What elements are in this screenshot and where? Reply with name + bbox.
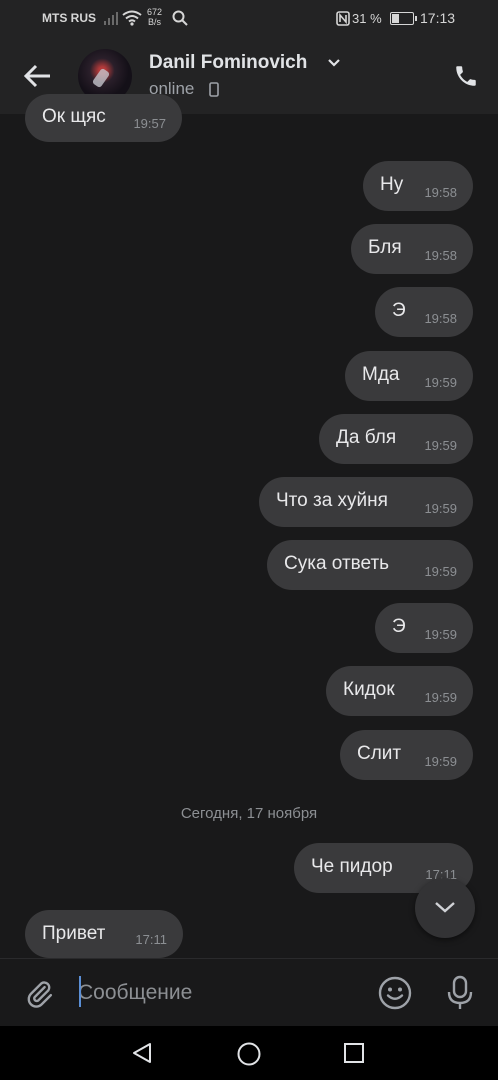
outgoing-message[interactable]: Слит 19:59: [340, 730, 473, 780]
outgoing-message[interactable]: Э 19:58: [375, 287, 473, 337]
message-text: Бля: [368, 237, 402, 258]
message-text: Привет: [42, 923, 106, 944]
message-text: Да бля: [336, 427, 397, 448]
text-caret: [79, 976, 81, 1007]
clock: 17:13: [420, 10, 456, 26]
nav-back-icon[interactable]: [130, 1041, 154, 1065]
incoming-message[interactable]: Привет 17:11: [25, 910, 183, 958]
network-speed: 672 B/s: [147, 7, 162, 27]
microphone-icon[interactable]: [446, 975, 474, 1011]
message-time: 19:59: [424, 690, 457, 705]
battery-icon: [390, 12, 417, 25]
signal-icon: [104, 12, 118, 25]
chevron-down-icon: [435, 902, 455, 913]
message-text: Э: [392, 300, 406, 321]
message-text: Мда: [362, 364, 400, 385]
chevron-down-icon[interactable]: [327, 58, 341, 68]
wifi-icon: [122, 10, 142, 26]
back-arrow-icon[interactable]: [22, 60, 54, 92]
message-text: Ну: [380, 174, 404, 195]
mobile-device-icon: [209, 82, 219, 97]
nfc-icon: [336, 11, 350, 26]
message-text: Что за хуйня: [276, 490, 388, 511]
message-time: 19:59: [424, 754, 457, 769]
message-input[interactable]: [78, 975, 358, 1011]
outgoing-message[interactable]: Э 19:59: [375, 603, 473, 653]
outgoing-message[interactable]: Мда 19:59: [345, 351, 473, 401]
message-time: 17:11: [135, 932, 167, 947]
network-speed-value: 672: [147, 7, 163, 17]
paperclip-icon[interactable]: [24, 979, 54, 1009]
message-text: Сука ответь: [284, 553, 390, 574]
message-text: Че пидор: [311, 856, 393, 877]
carrier-label: MTS RUS: [42, 11, 96, 25]
outgoing-message[interactable]: Бля 19:58: [351, 224, 473, 274]
outgoing-message[interactable]: Сука ответь 19:59: [267, 540, 473, 590]
message-text: Слит: [357, 743, 402, 764]
incoming-message[interactable]: Ок щяс 19:57: [25, 94, 182, 142]
message-text: Ок щяс: [42, 106, 106, 127]
emoji-icon[interactable]: [378, 976, 412, 1010]
outgoing-message[interactable]: Да бля 19:59: [319, 414, 473, 464]
message-text: Э: [392, 616, 406, 637]
outgoing-message[interactable]: Ну 19:58: [363, 161, 473, 211]
message-time: 19:59: [424, 627, 457, 642]
system-nav-bar: [0, 1026, 498, 1080]
message-text: Кидок: [343, 679, 395, 700]
nav-home-icon[interactable]: [236, 1041, 262, 1067]
message-time: 19:59: [424, 564, 457, 579]
message-time: 19:59: [424, 501, 457, 516]
nav-recents-icon[interactable]: [343, 1042, 365, 1064]
search-icon: [172, 10, 188, 26]
message-time: 19:58: [424, 248, 457, 263]
phone-icon[interactable]: [453, 63, 479, 89]
date-separator: Сегодня, 17 ноября: [180, 805, 318, 822]
outgoing-message[interactable]: Кидок 19:59: [326, 666, 473, 716]
message-composer: [0, 958, 498, 1026]
scroll-down-button[interactable]: [415, 878, 475, 938]
network-speed-unit: B/s: [148, 17, 162, 27]
message-time: 19:59: [424, 375, 457, 390]
message-time: 19:58: [424, 311, 457, 326]
message-time: 19:58: [424, 185, 457, 200]
battery-percent: 31 %: [352, 11, 382, 26]
message-time: 19:59: [424, 438, 457, 453]
contact-name[interactable]: Danil Fominovich: [149, 52, 307, 74]
message-time: 19:57: [133, 116, 166, 131]
status-bar: MTS RUS 672 B/s 31 % 17:13: [0, 0, 498, 38]
outgoing-message[interactable]: Что за хуйня 19:59: [259, 477, 473, 527]
